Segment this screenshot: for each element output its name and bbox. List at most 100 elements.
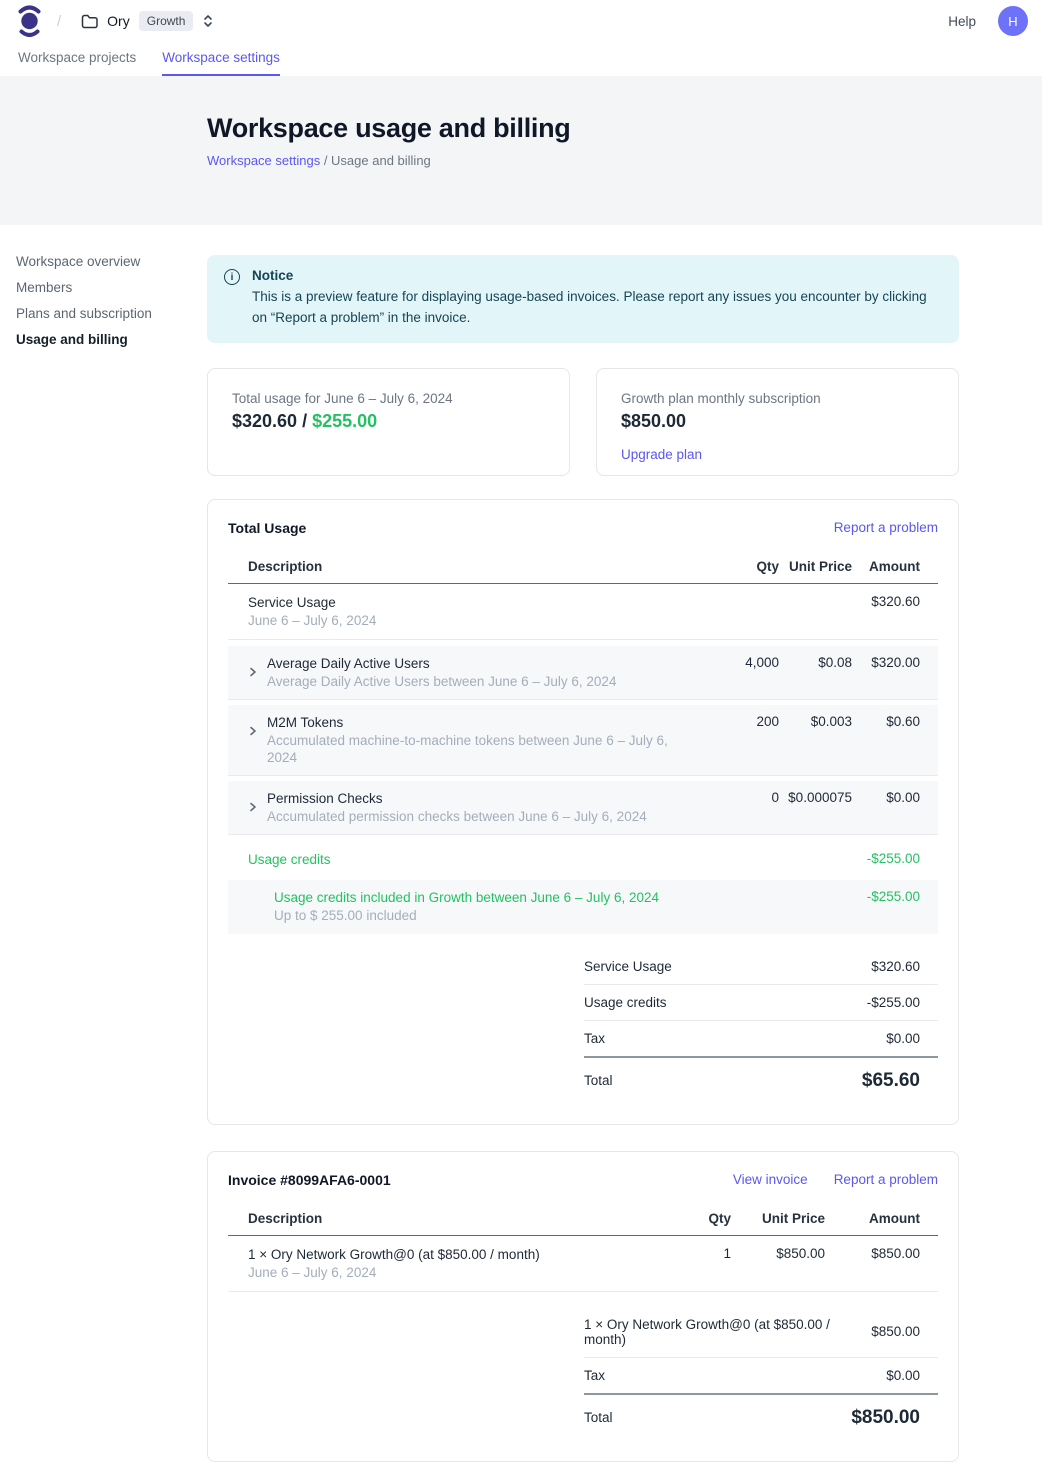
summary-row-usage-credits: Usage credits -$255.00 xyxy=(584,985,938,1021)
row-subtitle: Accumulated permission checks between Ju… xyxy=(267,808,699,825)
plan-subscription-value: $850.00 xyxy=(621,411,934,432)
tab-workspace-settings[interactable]: Workspace settings xyxy=(162,50,280,76)
plan-badge[interactable]: Growth xyxy=(139,11,194,31)
usage-table-header: Description Qty Unit Price Amount xyxy=(228,553,938,584)
workspace-tabbar: Workspace projects Workspace settings xyxy=(0,42,1042,76)
plan-subscription-label: Growth plan monthly subscription xyxy=(621,391,934,406)
col-unit-price: Unit Price xyxy=(779,559,852,574)
row-qty: 1 xyxy=(651,1246,731,1261)
usage-summary: Service Usage $320.60 Usage credits -$25… xyxy=(584,949,938,1104)
col-amount: Amount xyxy=(825,1211,920,1226)
col-qty: Qty xyxy=(699,559,779,574)
sidebar-item-plans-and-subscription[interactable]: Plans and subscription xyxy=(16,307,207,321)
row-title: Permission Checks xyxy=(267,790,699,807)
table-row-m2m-tokens[interactable]: M2M Tokens Accumulated machine-to-machin… xyxy=(228,705,938,776)
invoice-title: Invoice #8099AFA6-0001 xyxy=(228,1172,733,1188)
row-unit-price: $0.000075 xyxy=(779,790,852,805)
summary-row-line-item: 1 × Ory Network Growth@0 (at $850.00 / m… xyxy=(584,1307,938,1358)
row-unit-price: $0.08 xyxy=(779,655,852,670)
table-row-service-usage: Service Usage June 6 – July 6, 2024 $320… xyxy=(228,584,938,640)
row-qty: 200 xyxy=(699,714,779,729)
tab-workspace-projects[interactable]: Workspace projects xyxy=(18,50,136,76)
invoice-summary: 1 × Ory Network Growth@0 (at $850.00 / m… xyxy=(584,1307,938,1441)
settings-sidebar: Workspace overview Members Plans and sub… xyxy=(16,255,207,1462)
row-subtitle: Average Daily Active Users between June … xyxy=(267,673,699,690)
usage-card-title: Total Usage xyxy=(228,520,834,536)
col-description: Description xyxy=(248,559,699,574)
table-row-usage-credits-detail: Usage credits included in Growth between… xyxy=(228,880,938,934)
info-icon: i xyxy=(224,269,240,285)
total-usage-value: $320.60 / $255.00 xyxy=(232,411,545,432)
page-header: Workspace usage and billing Workspace se… xyxy=(0,76,1042,225)
row-amount: -$255.00 xyxy=(852,851,920,866)
breadcrumb: Workspace settings / Usage and billing xyxy=(207,153,1042,168)
chevron-right-icon xyxy=(248,726,258,736)
row-qty: 4,000 xyxy=(699,655,779,670)
row-subtitle: June 6 – July 6, 2024 xyxy=(248,612,699,629)
total-usage-label: Total usage for June 6 – July 6, 2024 xyxy=(232,391,545,406)
page-title: Workspace usage and billing xyxy=(207,113,1042,144)
breadcrumb-current: Usage and billing xyxy=(331,153,431,168)
topbar: / Ory Growth Help H xyxy=(0,0,1042,42)
summary-row-tax: Tax $0.00 xyxy=(584,1358,938,1395)
breadcrumb-slash: / xyxy=(57,13,61,30)
row-title: Usage credits included in Growth between… xyxy=(274,889,852,906)
row-title: M2M Tokens xyxy=(267,714,699,731)
avatar[interactable]: H xyxy=(998,6,1028,36)
sidebar-item-usage-and-billing[interactable]: Usage and billing xyxy=(16,333,207,347)
report-a-problem-link[interactable]: Report a problem xyxy=(834,1172,938,1187)
row-unit-price: $0.003 xyxy=(779,714,852,729)
row-amount: $850.00 xyxy=(825,1246,920,1261)
breadcrumb-separator: / xyxy=(320,153,331,168)
col-unit-price: Unit Price xyxy=(731,1211,825,1226)
row-amount: $0.00 xyxy=(852,790,920,805)
notice-body: This is a preview feature for displaying… xyxy=(252,287,934,329)
row-qty: 0 xyxy=(699,790,779,805)
chevron-right-icon xyxy=(248,667,258,677)
main-area: Workspace overview Members Plans and sub… xyxy=(0,255,1042,1482)
row-title: 1 × Ory Network Growth@0 (at $850.00 / m… xyxy=(248,1246,651,1263)
table-row-average-daily-active-users[interactable]: Average Daily Active Users Average Daily… xyxy=(228,646,938,700)
col-amount: Amount xyxy=(852,559,920,574)
total-usage-card: Total usage for June 6 – July 6, 2024 $3… xyxy=(207,368,570,476)
summary-row-tax: Tax $0.00 xyxy=(584,1021,938,1058)
row-title: Usage credits xyxy=(248,851,852,868)
chevron-right-icon xyxy=(248,802,258,812)
sidebar-item-workspace-overview[interactable]: Workspace overview xyxy=(16,255,207,269)
ory-logo[interactable] xyxy=(16,5,43,37)
row-title: Average Daily Active Users xyxy=(267,655,699,672)
workspace-name: Ory xyxy=(107,13,130,29)
breadcrumb-link-workspace-settings[interactable]: Workspace settings xyxy=(207,153,320,168)
folder-icon xyxy=(81,14,98,29)
summary-row-service-usage: Service Usage $320.60 xyxy=(584,949,938,985)
chevron-updown-icon[interactable] xyxy=(202,13,214,29)
table-row-permission-checks[interactable]: Permission Checks Accumulated permission… xyxy=(228,781,938,835)
content-column: i Notice This is a preview feature for d… xyxy=(207,255,959,1462)
notice-banner: i Notice This is a preview feature for d… xyxy=(207,255,959,343)
usage-credit-value: $255.00 xyxy=(312,411,377,431)
col-qty: Qty xyxy=(651,1211,731,1226)
row-amount: $0.60 xyxy=(852,714,920,729)
row-subtitle: June 6 – July 6, 2024 xyxy=(248,1264,651,1281)
report-a-problem-link[interactable]: Report a problem xyxy=(834,520,938,535)
summary-row-total: Total $850.00 xyxy=(584,1395,938,1441)
table-row-usage-credits: Usage credits -$255.00 xyxy=(228,840,938,880)
total-usage-table-card: Total Usage Report a problem Description… xyxy=(207,499,959,1125)
row-unit-price: $850.00 xyxy=(731,1246,825,1261)
notice-title: Notice xyxy=(252,268,934,283)
upgrade-plan-link[interactable]: Upgrade plan xyxy=(621,447,702,462)
row-subtitle: Up to $ 255.00 included xyxy=(274,907,852,924)
invoice-table-header: Description Qty Unit Price Amount xyxy=(228,1205,938,1236)
row-amount: $320.00 xyxy=(852,655,920,670)
sidebar-item-members[interactable]: Members xyxy=(16,281,207,295)
row-amount: $320.60 xyxy=(852,594,920,609)
row-title: Service Usage xyxy=(248,594,699,611)
invoice-card: Invoice #8099AFA6-0001 View invoice Repo… xyxy=(207,1151,959,1462)
row-subtitle: Accumulated machine-to-machine tokens be… xyxy=(267,732,699,766)
view-invoice-link[interactable]: View invoice xyxy=(733,1172,808,1187)
plan-subscription-card: Growth plan monthly subscription $850.00… xyxy=(596,368,959,476)
summary-cards-row: Total usage for June 6 – July 6, 2024 $3… xyxy=(207,368,959,476)
row-amount: -$255.00 xyxy=(852,889,920,904)
help-link[interactable]: Help xyxy=(948,14,976,29)
table-row-invoice-line: 1 × Ory Network Growth@0 (at $850.00 / m… xyxy=(228,1236,938,1292)
